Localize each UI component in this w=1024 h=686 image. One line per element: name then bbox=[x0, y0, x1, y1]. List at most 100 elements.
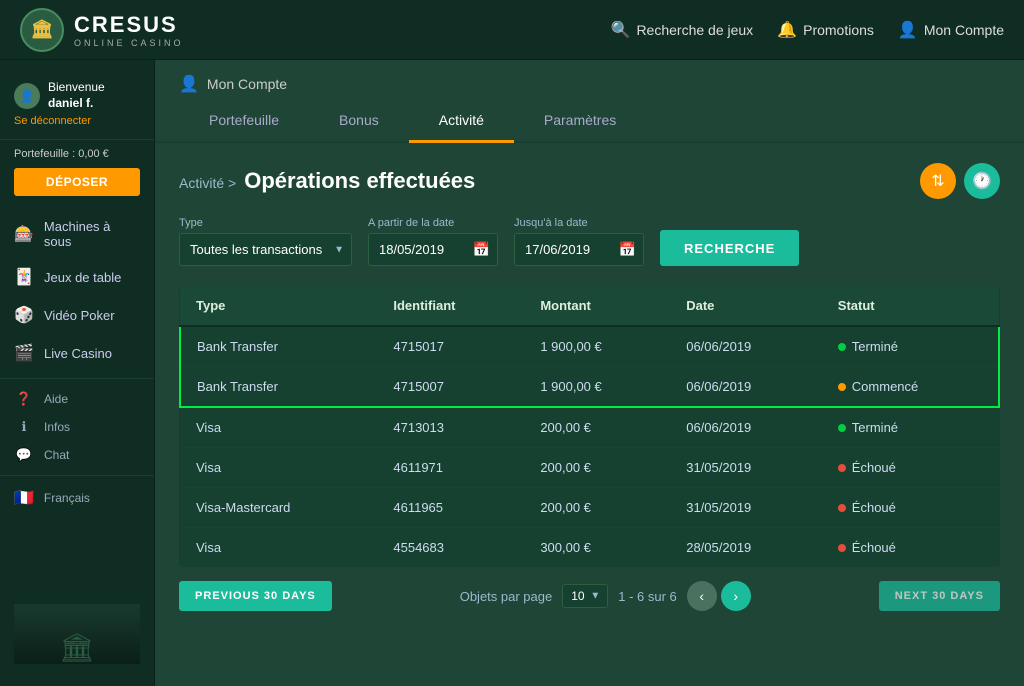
tab-bonus[interactable]: Bonus bbox=[309, 100, 409, 143]
from-input-wrap: 📅 bbox=[368, 233, 498, 266]
user-fullname: daniel f. bbox=[48, 96, 105, 112]
cell-date: 31/05/2019 bbox=[670, 448, 822, 488]
status-dot bbox=[838, 343, 846, 351]
cell-status: Terminé bbox=[822, 326, 999, 367]
status-label: Échoué bbox=[852, 460, 896, 475]
cell-id: 4715007 bbox=[377, 367, 524, 408]
sidebar-item-chat[interactable]: 💬 Chat bbox=[0, 441, 154, 469]
avatar: 👤 bbox=[14, 83, 40, 109]
status-dot bbox=[838, 544, 846, 552]
tab-parametres[interactable]: Paramètres bbox=[514, 100, 646, 143]
next-period-button[interactable]: NEXT 30 DAYS bbox=[879, 581, 1000, 611]
cell-amount: 200,00 € bbox=[524, 407, 670, 448]
main-header: 👤 Mon Compte bbox=[155, 60, 1024, 94]
sidebar-item-language[interactable]: 🇫🇷 Français bbox=[0, 482, 154, 514]
help-icon: ❓ bbox=[14, 391, 34, 407]
page-title: Opérations effectuées bbox=[244, 168, 475, 194]
logo: 🏛 CRESUS ONLINE CASINO bbox=[20, 8, 184, 52]
prev-period-button[interactable]: PREVIOUS 30 DAYS bbox=[179, 581, 332, 611]
sidebar-live-label: Live Casino bbox=[44, 346, 112, 361]
tab-activite[interactable]: Activité bbox=[409, 100, 514, 143]
sidebar-item-info[interactable]: ℹ Infos bbox=[0, 413, 154, 441]
cell-id: 4611971 bbox=[377, 448, 524, 488]
table-row: Bank Transfer47150171 900,00 €06/06/2019… bbox=[180, 326, 999, 367]
cell-date: 28/05/2019 bbox=[670, 528, 822, 568]
nav-promotions[interactable]: 🔔 Promotions bbox=[777, 20, 874, 40]
brand-name: CRESUS bbox=[74, 12, 184, 38]
cell-date: 06/06/2019 bbox=[670, 326, 822, 367]
transactions-table-wrap: Type Identifiant Montant Date Statut Ban… bbox=[179, 286, 1000, 567]
tab-portefeuille[interactable]: Portefeuille bbox=[179, 100, 309, 143]
nav-account-label: Mon Compte bbox=[924, 22, 1004, 38]
table-row: Visa4713013200,00 €06/06/2019Terminé bbox=[180, 407, 999, 448]
cell-type: Visa bbox=[180, 528, 377, 568]
account-icon: 👤 bbox=[898, 20, 918, 40]
cell-status: Échoué bbox=[822, 448, 999, 488]
cell-status: Échoué bbox=[822, 488, 999, 528]
col-type: Type bbox=[180, 286, 377, 326]
sidebar-item-help[interactable]: ❓ Aide bbox=[0, 385, 154, 413]
table-header-row: Type Identifiant Montant Date Statut bbox=[180, 286, 999, 326]
sidebar-item-table-games[interactable]: 🃏 Jeux de table bbox=[0, 258, 154, 296]
nav-search-label: Recherche de jeux bbox=[636, 22, 753, 38]
table-games-icon: 🃏 bbox=[14, 267, 34, 287]
cell-amount: 200,00 € bbox=[524, 488, 670, 528]
status-dot bbox=[838, 464, 846, 472]
table-row: Visa4554683300,00 €28/05/2019Échoué bbox=[180, 528, 999, 568]
history-button[interactable]: 🕐 bbox=[964, 163, 1000, 199]
sidebar-table-label: Jeux de table bbox=[44, 270, 121, 285]
info-label: Infos bbox=[44, 420, 70, 434]
next-page-button[interactable]: › bbox=[721, 581, 751, 611]
sort-button[interactable]: ⇅ bbox=[920, 163, 956, 199]
main-header-title: Mon Compte bbox=[207, 76, 287, 92]
layout: 👤 Bienvenue daniel f. Se déconnecter Por… bbox=[0, 60, 1024, 686]
cell-type: Visa-Mastercard bbox=[180, 488, 377, 528]
chat-label: Chat bbox=[44, 448, 69, 462]
status-dot bbox=[838, 504, 846, 512]
chat-icon: 💬 bbox=[14, 447, 34, 463]
per-page-select[interactable]: 10 25 50 bbox=[562, 584, 608, 608]
page-heading-left: Activité > Opérations effectuées bbox=[179, 168, 475, 194]
nav-promotions-label: Promotions bbox=[803, 22, 874, 38]
cell-type: Visa bbox=[180, 407, 377, 448]
sidebar-vpoker-label: Vidéo Poker bbox=[44, 308, 115, 323]
user-greeting: Bienvenue bbox=[48, 80, 105, 96]
cell-date: 31/05/2019 bbox=[670, 488, 822, 528]
from-date-group: A partir de la date 📅 bbox=[368, 217, 498, 266]
sidebar: 👤 Bienvenue daniel f. Se déconnecter Por… bbox=[0, 60, 155, 686]
sidebar-item-video-poker[interactable]: 🎲 Vidéo Poker bbox=[0, 296, 154, 334]
page-content: Activité > Opérations effectuées ⇅ 🕐 Typ… bbox=[155, 143, 1024, 635]
account-header-icon: 👤 bbox=[179, 74, 199, 94]
type-select[interactable]: Toutes les transactions bbox=[179, 233, 352, 266]
status-label: Échoué bbox=[852, 500, 896, 515]
per-page-label: Objets par page bbox=[460, 589, 553, 604]
cell-status: Échoué bbox=[822, 528, 999, 568]
from-date-input[interactable] bbox=[368, 233, 498, 266]
prev-page-button[interactable]: ‹ bbox=[687, 581, 717, 611]
sidebar-slots-label: Machines à sous bbox=[44, 219, 140, 249]
info-icon: ℹ bbox=[14, 419, 34, 435]
search-button[interactable]: RECHERCHE bbox=[660, 230, 799, 266]
col-date: Date bbox=[670, 286, 822, 326]
balance-value: 0,00 € bbox=[78, 148, 109, 160]
deposit-button[interactable]: DÉPOSER bbox=[14, 168, 140, 196]
table-row: Visa4611971200,00 €31/05/2019Échoué bbox=[180, 448, 999, 488]
to-date-input[interactable] bbox=[514, 233, 644, 266]
col-amount: Montant bbox=[524, 286, 670, 326]
nav-right: 🔍 Recherche de jeux 🔔 Promotions 👤 Mon C… bbox=[611, 20, 1004, 40]
sidebar-item-live-casino[interactable]: 🎬 Live Casino bbox=[0, 334, 154, 372]
cell-amount: 300,00 € bbox=[524, 528, 670, 568]
nav-account[interactable]: 👤 Mon Compte bbox=[898, 20, 1004, 40]
logout-link[interactable]: Se déconnecter bbox=[14, 115, 140, 127]
status-label: Terminé bbox=[852, 420, 898, 435]
col-id: Identifiant bbox=[377, 286, 524, 326]
sidebar-item-slots[interactable]: 🎰 Machines à sous bbox=[0, 210, 154, 258]
user-info: 👤 Bienvenue daniel f. bbox=[14, 80, 140, 111]
cell-type: Bank Transfer bbox=[180, 367, 377, 408]
nav-search[interactable]: 🔍 Recherche de jeux bbox=[611, 20, 754, 40]
page-info: Objets par page 10 25 50 ▼ 1 - 6 sur 6 ‹… bbox=[460, 581, 751, 611]
cell-status: Terminé bbox=[822, 407, 999, 448]
heading-icons: ⇅ 🕐 bbox=[920, 163, 1000, 199]
to-label: Jusqu'à la date bbox=[514, 217, 644, 229]
status-label: Terminé bbox=[852, 339, 898, 354]
